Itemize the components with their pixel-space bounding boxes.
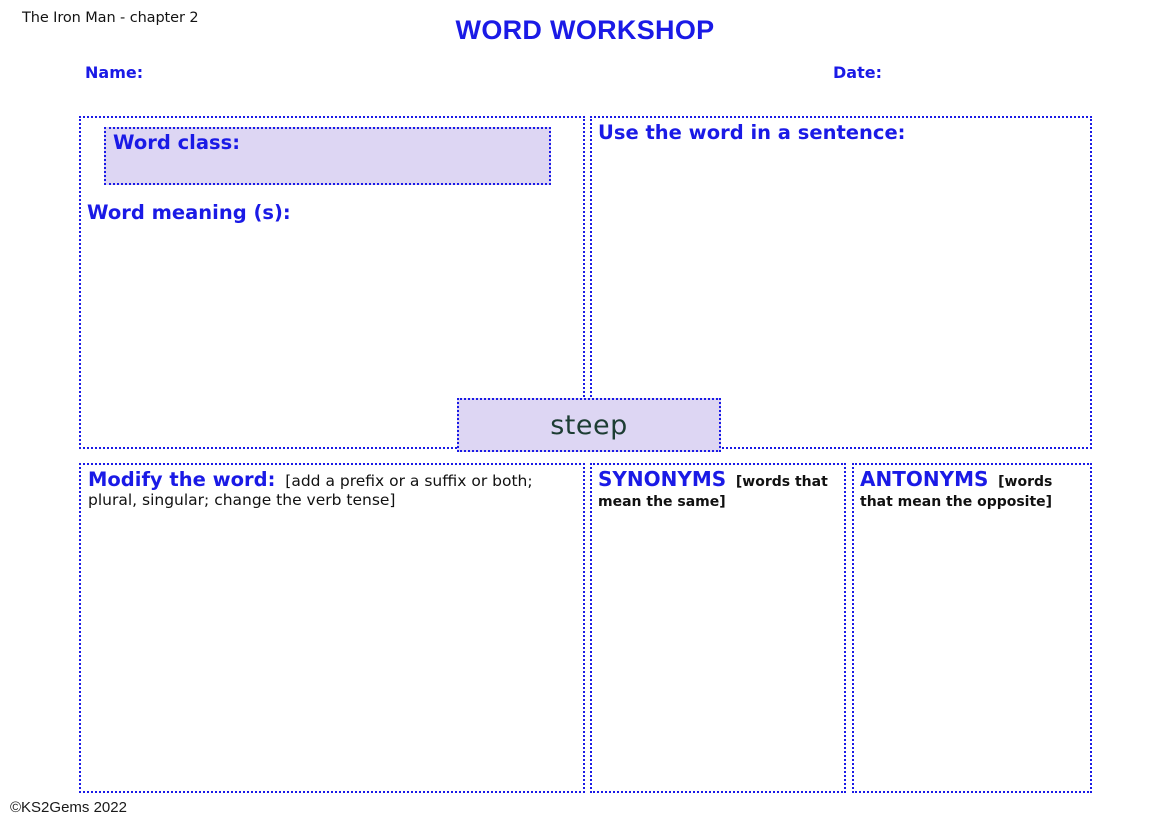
modify-heading: Modify the word: [88,468,275,491]
name-field-label: Name: [85,63,143,82]
antonyms-panel[interactable] [852,463,1092,793]
modify-heading-group: Modify the word: [add a prefix or a suff… [88,468,578,510]
synonyms-heading: SYNONYMS [598,467,726,491]
sentence-label: Use the word in a sentence: [598,121,905,144]
focus-word-text: steep [550,410,628,441]
synonyms-panel[interactable] [590,463,846,793]
date-field-label: Date: [833,63,882,82]
word-meaning-label: Word meaning (s): [87,201,291,224]
focus-word-box[interactable]: steep [457,398,721,452]
word-class-label: Word class: [113,131,240,154]
worksheet-page: The Iron Man - chapter 2 WORD WORKSHOP N… [0,0,1170,827]
antonyms-heading: ANTONYMS [860,467,988,491]
antonyms-heading-group: ANTONYMS [words that mean the opposite] [860,468,1086,510]
copyright-notice: ©KS2Gems 2022 [10,799,127,816]
page-title: WORD WORKSHOP [0,15,1170,46]
synonyms-heading-group: SYNONYMS [words that mean the same] [598,468,840,510]
modify-the-word-panel[interactable] [79,463,585,793]
